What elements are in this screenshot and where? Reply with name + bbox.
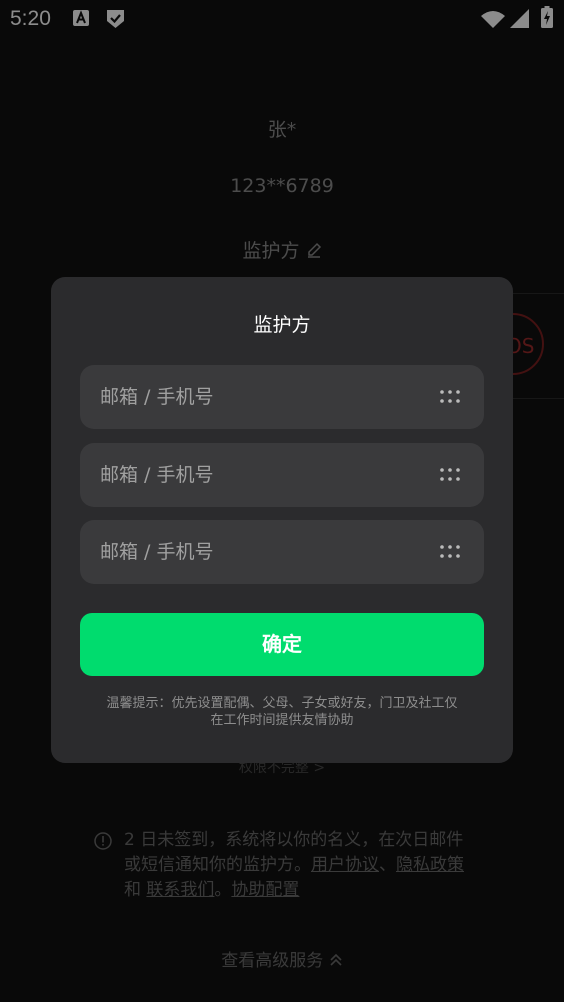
guardian-contact-field-2[interactable] [80, 443, 484, 507]
hint-text: 温馨提示：优先设置配偶、父母、子女或好友，门卫及社工仅在工作时间提供友情协助 [106, 696, 458, 728]
guardian-contact-input-3[interactable] [100, 520, 420, 584]
contacts-dots-icon[interactable] [440, 544, 460, 563]
guardian-contact-field-1[interactable] [80, 365, 484, 429]
guardian-contact-field-3[interactable] [80, 520, 484, 584]
guardian-dialog: 监护方 确定 温馨提示：优先设置配偶、父母、子女或好友，门卫及社工仅在工作时间提… [51, 277, 513, 763]
guardian-contact-input-1[interactable] [100, 365, 420, 429]
contacts-dots-icon[interactable] [440, 467, 460, 486]
guardian-contact-input-2[interactable] [100, 443, 420, 507]
dialog-title: 监护方 [253, 314, 311, 336]
contacts-dots-icon[interactable] [440, 389, 460, 408]
confirm-button[interactable]: 确定 [80, 613, 484, 676]
